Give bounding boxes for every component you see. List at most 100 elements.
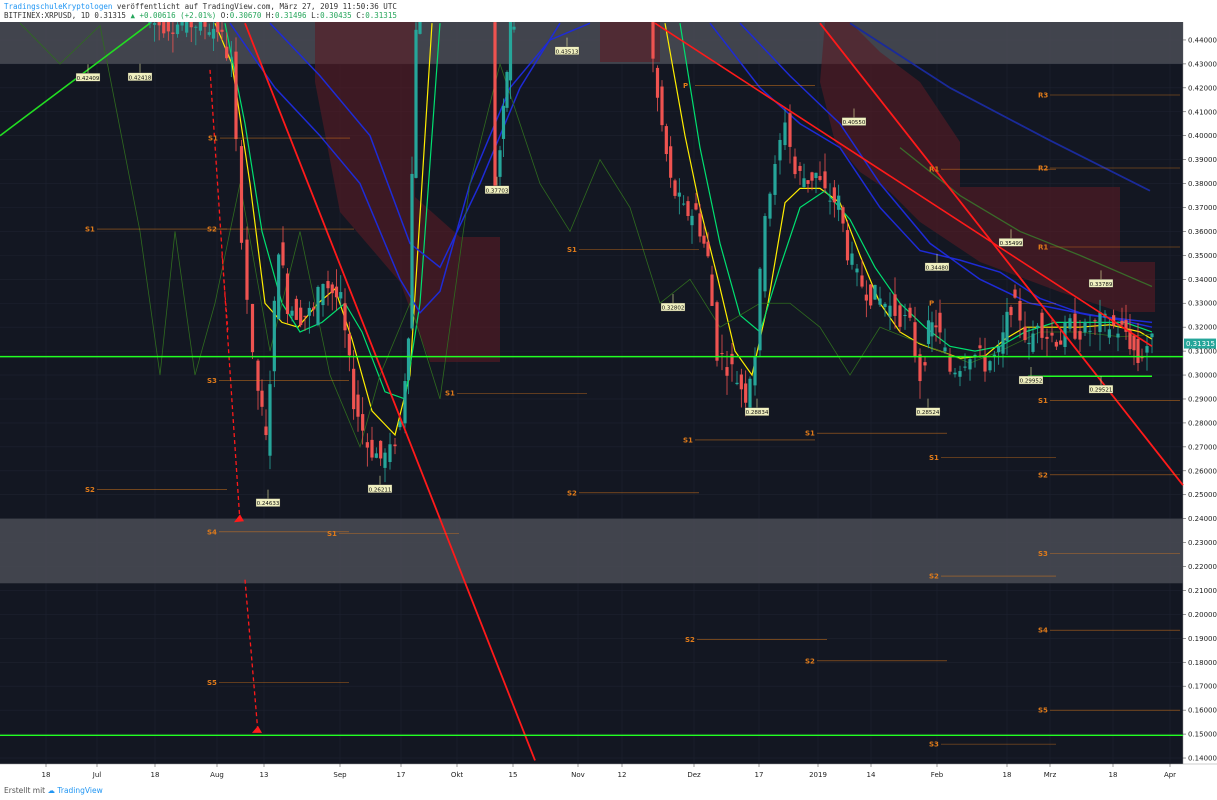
- candle-body: [686, 201, 690, 217]
- pivot-level-label: S1: [683, 436, 693, 444]
- candle-body: [763, 216, 767, 292]
- candle-body: [374, 453, 378, 458]
- y-tick-label: 0.22000: [1188, 563, 1217, 571]
- candle-body: [207, 32, 211, 35]
- y-tick-label: 0.23000: [1188, 539, 1217, 547]
- candle-body: [1045, 336, 1049, 339]
- price-callout-text: 0.28524: [917, 410, 940, 416]
- ichimoku-cloud: [600, 22, 660, 62]
- tradingview-brand[interactable]: TradingView: [57, 786, 102, 795]
- candle-body: [855, 268, 859, 273]
- y-tick-label: 0.35000: [1188, 252, 1217, 260]
- candle-body: [725, 367, 729, 376]
- pivot-level-label: R1: [1038, 243, 1048, 251]
- candle-body: [326, 281, 330, 289]
- price-callout-text: 0.34480: [926, 265, 949, 271]
- pivot-level-label: P: [929, 300, 934, 308]
- candle-body: [968, 359, 972, 370]
- x-tick-label: 18: [1109, 771, 1118, 779]
- candle-body: [1059, 340, 1063, 345]
- chart-header: TradingschuleKryptologen veröffentlicht …: [4, 2, 397, 20]
- y-tick-label: 0.36000: [1188, 228, 1217, 236]
- candle-body: [343, 303, 347, 331]
- candle-body: [1083, 321, 1087, 333]
- candle-body: [1116, 333, 1120, 338]
- x-tick-label: Nov: [571, 771, 585, 779]
- candle-body: [1068, 318, 1072, 329]
- candle-body: [277, 254, 281, 320]
- candle-body: [1150, 333, 1154, 338]
- candle-body: [198, 22, 203, 31]
- candle-body: [234, 51, 238, 140]
- candle-body: [403, 381, 407, 424]
- x-tick-label: 15: [509, 771, 518, 779]
- candle-body: [501, 105, 506, 139]
- x-tick-label: 13: [260, 771, 269, 779]
- time-axis[interactable]: [0, 764, 1217, 784]
- x-tick-label: Mrz: [1044, 771, 1057, 779]
- tradingview-logo-icon[interactable]: ☁: [48, 786, 56, 795]
- candle-body: [330, 284, 334, 294]
- pivot-level-label: S2: [85, 486, 95, 494]
- candle-body: [1098, 312, 1102, 333]
- candle-body: [307, 307, 311, 316]
- candle-body: [850, 253, 854, 265]
- pivot-level-label: S4: [1038, 627, 1048, 635]
- pivot-level-label: S1: [1038, 397, 1048, 405]
- candle-body: [1009, 307, 1013, 316]
- price-callout-text: 0.35499: [1000, 241, 1023, 247]
- candle-body: [281, 242, 285, 266]
- candle-body: [739, 374, 743, 390]
- candle-body: [832, 187, 836, 203]
- candle-body: [710, 274, 714, 306]
- pivot-level-label: S1: [567, 246, 577, 254]
- candle-body: [211, 28, 216, 39]
- x-tick-label: Feb: [931, 771, 944, 779]
- candle-body: [1093, 320, 1097, 322]
- publisher-link[interactable]: TradingschuleKryptologen: [4, 2, 112, 11]
- candle-body: [1078, 331, 1082, 340]
- x-tick-label: 18: [1003, 771, 1012, 779]
- candle-body: [365, 442, 369, 448]
- y-tick-label: 0.33000: [1188, 300, 1217, 308]
- pivot-level-label: S2: [685, 636, 695, 644]
- candle-body: [171, 32, 175, 34]
- price-callout-text: 0.28834: [746, 410, 769, 416]
- candle-body: [1136, 338, 1140, 363]
- candle-body: [783, 122, 787, 146]
- price-callout-text: 0.29521: [1090, 388, 1113, 394]
- high-label: H:: [265, 11, 275, 20]
- x-tick-label: 14: [867, 771, 876, 779]
- price-chart[interactable]: S1 S1 S2 S3 S2 S4 S1 S5 S1 S1 S2 P S1 S2 S1 S2 R1 P S1 S2 S3…: [0, 22, 1217, 784]
- x-tick-label: Jul: [92, 771, 102, 779]
- plot-background[interactable]: [0, 22, 1183, 764]
- pivot-level-label: S1: [445, 390, 455, 398]
- candle-body: [888, 305, 892, 317]
- candle-body: [948, 355, 952, 372]
- y-tick-label: 0.38000: [1188, 180, 1217, 188]
- candle-body: [225, 46, 229, 59]
- candle-body: [973, 354, 977, 357]
- y-tick-label: 0.15000: [1188, 731, 1217, 739]
- candle-body: [312, 307, 316, 310]
- candle-body: [220, 29, 224, 32]
- candle-body: [934, 325, 938, 328]
- candle-body: [356, 394, 360, 417]
- candle-body: [837, 195, 841, 210]
- candle-body: [845, 230, 850, 261]
- y-tick-label: 0.27000: [1188, 443, 1217, 451]
- candle-body: [505, 71, 509, 108]
- candle-body: [664, 126, 668, 155]
- x-tick-label: 18: [151, 771, 160, 779]
- price-callout-text: 0.24633: [257, 501, 280, 507]
- candle-body: [180, 22, 184, 26]
- y-tick-label: 0.40000: [1188, 132, 1217, 140]
- candle-body: [702, 235, 706, 244]
- y-tick-label: 0.44000: [1188, 36, 1217, 44]
- candle-body: [730, 353, 734, 365]
- candle-body: [735, 382, 739, 385]
- symbol-label[interactable]: BITFINEX:XRPUSD, 1D: [4, 11, 90, 20]
- y-tick-label: 0.21000: [1188, 587, 1217, 595]
- candle-body: [814, 172, 818, 179]
- candle-body: [1035, 325, 1040, 328]
